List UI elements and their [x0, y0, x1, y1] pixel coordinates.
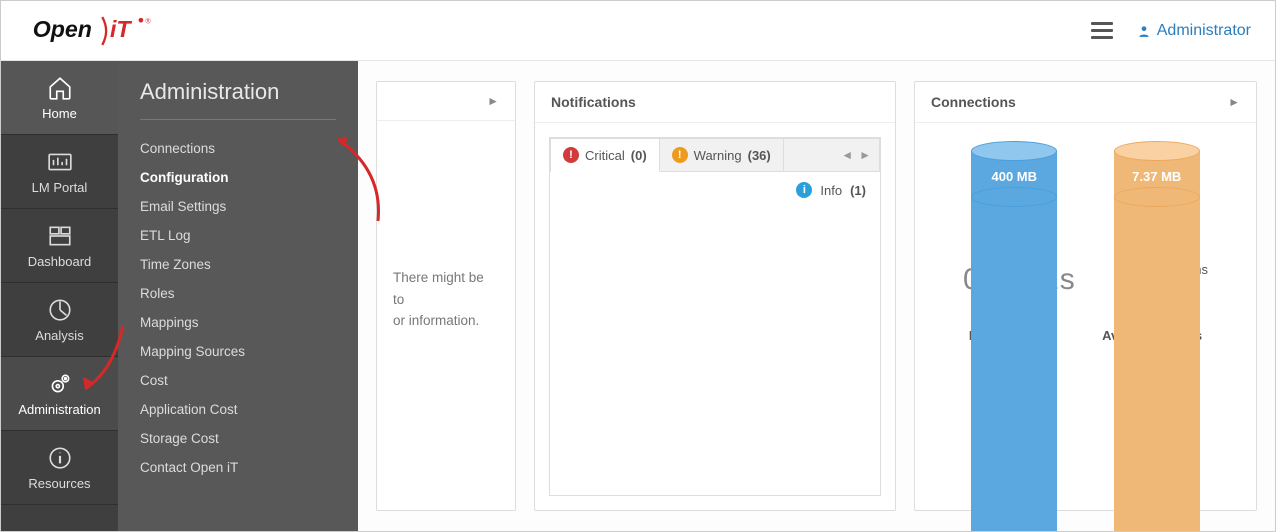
notification-tabs: ! Critical (0) ! Warning (36) ◄ ►	[550, 138, 880, 172]
home-icon	[46, 74, 74, 102]
submenu-item-mappings[interactable]: Mappings	[140, 308, 336, 337]
submenu-item-contact[interactable]: Contact Open iT	[140, 453, 336, 482]
submenu-item-storagecost[interactable]: Storage Cost	[140, 424, 336, 453]
user-label: Administrator	[1157, 22, 1251, 40]
portal-icon	[46, 148, 74, 176]
warning-icon: !	[672, 147, 688, 163]
sidebar-label: Administration	[18, 402, 100, 417]
tab-critical[interactable]: ! Critical (0)	[551, 139, 660, 172]
olap-size-value: 7.37 MB	[1114, 169, 1200, 184]
submenu-item-cost[interactable]: Cost	[140, 366, 336, 395]
sql-size-value: 400 MB	[971, 169, 1057, 184]
sidebar-item-home[interactable]: Home	[1, 61, 118, 135]
panel-notifications: Notifications ! Critical (0) ! Warning (…	[534, 81, 896, 511]
notifications-title: Notifications	[551, 94, 636, 110]
critical-icon: !	[563, 147, 579, 163]
panel-connections: Connections ► 400 MB SQL Size	[914, 81, 1257, 511]
sidebar-item-resources[interactable]: Resources	[1, 431, 118, 505]
sidebar-label: Dashboard	[28, 254, 92, 269]
tab-info-row[interactable]: i Info (1)	[550, 172, 880, 208]
app-header: Open iT ® Administrator	[1, 1, 1275, 61]
submenu-item-configuration[interactable]: Configuration	[140, 163, 336, 192]
panel-left: ► There might be to or information.	[376, 81, 516, 511]
submenu-item-connections[interactable]: Connections	[140, 134, 336, 163]
submenu-item-timezones[interactable]: Time Zones	[140, 250, 336, 279]
database-icon: 400 MB	[971, 141, 1057, 207]
sidebar-label: Resources	[28, 476, 90, 491]
panel-left-header[interactable]: ►	[377, 82, 515, 121]
submenu-item-etllog[interactable]: ETL Log	[140, 221, 336, 250]
tab-warning[interactable]: ! Warning (36)	[660, 139, 784, 171]
sidebar: Home LM Portal Dashboard Analysis Admini…	[1, 61, 118, 531]
svg-text:iT: iT	[110, 16, 132, 42]
tab-prev-icon[interactable]: ◄	[841, 148, 853, 162]
chevron-right-icon: ►	[1228, 95, 1240, 109]
tab-next-icon[interactable]: ►	[859, 148, 871, 162]
notifications-header: Notifications	[535, 82, 895, 123]
sidebar-label: Home	[42, 106, 77, 121]
connections-header[interactable]: Connections ►	[915, 82, 1256, 123]
sidebar-label: LM Portal	[32, 180, 88, 195]
submenu-item-roles[interactable]: Roles	[140, 279, 336, 308]
svg-text:®: ®	[146, 17, 151, 25]
sidebar-item-lmportal[interactable]: LM Portal	[1, 135, 118, 209]
sidebar-label: Analysis	[35, 328, 83, 343]
olap-size-widget: 7.37 MB OLAP Size	[1114, 141, 1200, 232]
submenu-title: Administration	[140, 79, 336, 120]
menu-icon[interactable]	[1091, 22, 1113, 39]
submenu-item-email[interactable]: Email Settings	[140, 192, 336, 221]
dashboard-icon	[46, 222, 74, 250]
notifications-content	[550, 208, 880, 495]
content-area: ► There might be to or information. Noti…	[358, 61, 1275, 531]
user-icon	[1137, 24, 1151, 38]
svg-text:Open: Open	[33, 16, 92, 42]
database-icon: 7.37 MB	[1114, 141, 1200, 207]
info-icon: i	[796, 182, 812, 198]
submenu-item-mappingsources[interactable]: Mapping Sources	[140, 337, 336, 366]
submenu-item-appcost[interactable]: Application Cost	[140, 395, 336, 424]
sidebar-item-dashboard[interactable]: Dashboard	[1, 209, 118, 283]
sidebar-item-administration[interactable]: Administration	[1, 357, 118, 431]
panel-left-text: There might be to or information.	[393, 267, 499, 332]
user-menu[interactable]: Administrator	[1137, 22, 1251, 40]
admin-submenu: Administration Connections Configuration…	[118, 61, 358, 531]
gear-icon	[46, 370, 74, 398]
chevron-right-icon: ►	[487, 94, 499, 108]
notifications-box: ! Critical (0) ! Warning (36) ◄ ►	[549, 137, 881, 496]
info-icon	[46, 444, 74, 472]
brand-logo: Open iT ®	[25, 14, 195, 48]
analysis-icon	[46, 296, 74, 324]
connections-title: Connections	[931, 94, 1016, 110]
sidebar-item-analysis[interactable]: Analysis	[1, 283, 118, 357]
sql-size-widget: 400 MB SQL Size	[971, 141, 1057, 232]
